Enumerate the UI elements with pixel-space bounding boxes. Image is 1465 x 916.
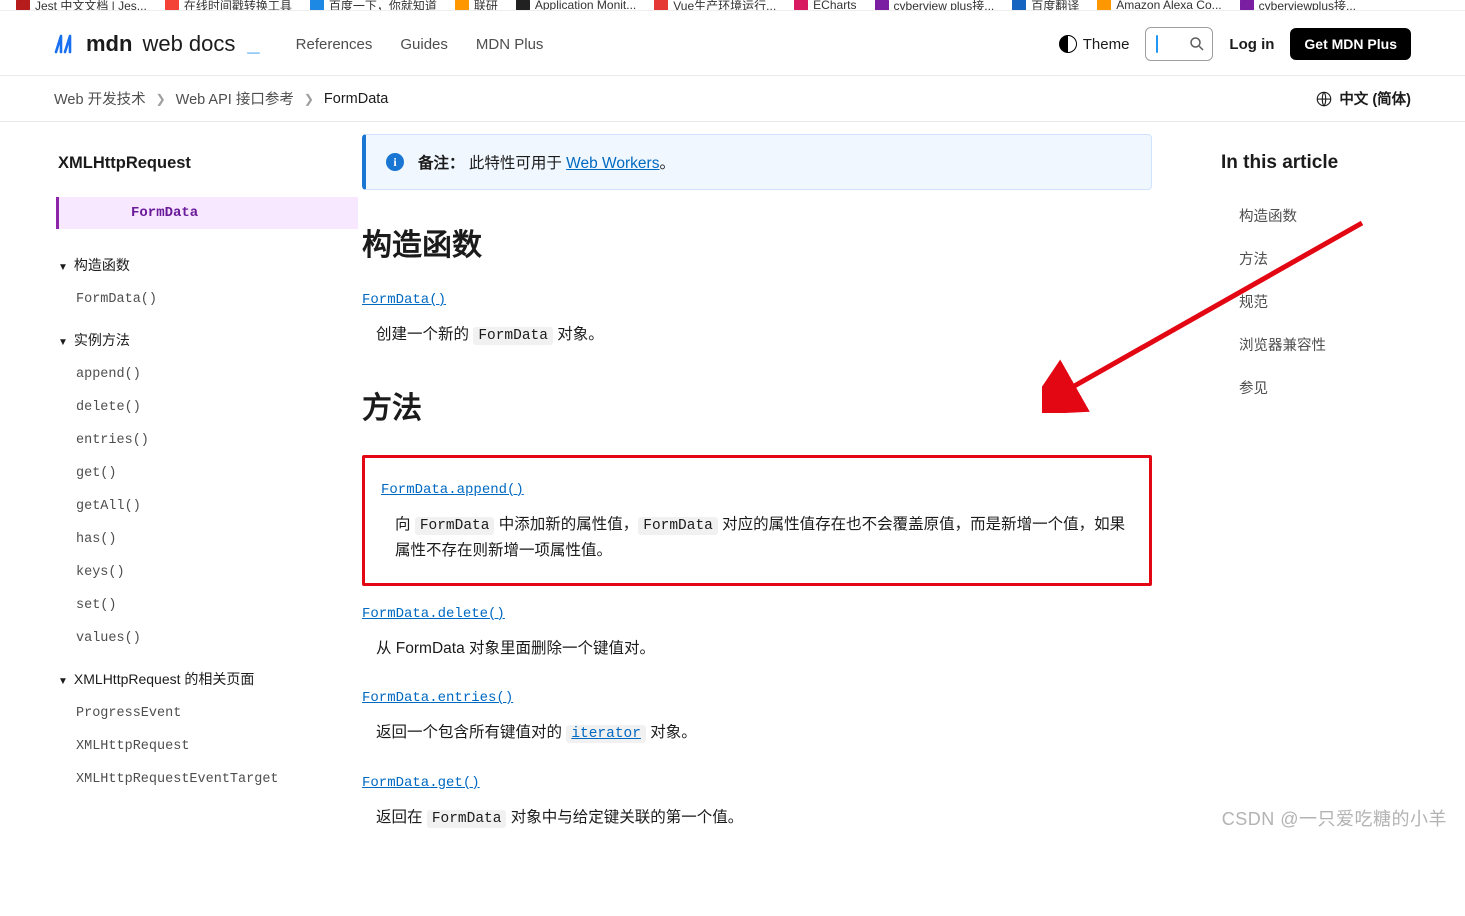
sidebar-item[interactable]: has() (58, 523, 362, 556)
breadcrumb-item-current: FormData (324, 91, 388, 107)
code-token: FormData (427, 810, 507, 828)
sidebar-item[interactable]: values() (58, 622, 362, 655)
highlighted-method-append: FormData.append() 向 FormData 中添加新的属性值，Fo… (362, 455, 1152, 586)
sidebar-group-methods[interactable]: 实例方法 append() delete() entries() get() g… (0, 322, 362, 661)
toc-heading: In this article (1221, 152, 1441, 174)
heading-methods: 方法 (362, 383, 1152, 427)
link-formdata-get[interactable]: FormData.get() (362, 775, 480, 791)
sidebar-group-title[interactable]: XMLHttpRequest 的相关页面 (58, 661, 362, 697)
toc-item[interactable]: 规范 (1239, 280, 1441, 323)
link-iterator[interactable]: iterator (566, 724, 646, 741)
header-tools: Theme Log in Get MDN Plus (1059, 27, 1411, 61)
nav-guides[interactable]: Guides (400, 36, 448, 53)
mdn-logo[interactable]: mdn web docs _ (54, 31, 260, 57)
main-content: i 备注： 此特性可用于 Web Workers。 构造函数 FormData(… (362, 122, 1152, 916)
chevron-right-icon: ❯ (304, 92, 314, 106)
sidebar-item[interactable]: set() (58, 589, 362, 622)
language-switch[interactable]: 中文 (简体) (1315, 88, 1411, 109)
theme-icon (1059, 35, 1077, 53)
bookmark-item[interactable]: ECharts (794, 0, 856, 11)
get-mdn-plus-button[interactable]: Get MDN Plus (1290, 28, 1411, 60)
sidebar-item[interactable]: get() (58, 457, 362, 490)
globe-icon (1315, 90, 1333, 108)
note-text: 此特性可用于 (469, 155, 566, 172)
nav-mdnplus[interactable]: MDN Plus (476, 36, 544, 53)
bookmark-item[interactable]: cyberviewplus接... (1240, 0, 1356, 11)
note-callout: i 备注： 此特性可用于 Web Workers。 (362, 134, 1152, 190)
nav-references[interactable]: References (296, 36, 373, 53)
link-formdata-delete[interactable]: FormData.delete() (362, 606, 505, 622)
bookmark-item[interactable]: cyberview plus接... (875, 0, 995, 11)
link-formdata-constructor[interactable]: FormData() (362, 292, 446, 308)
bookmark-item[interactable]: Vue生产环境运行... (654, 0, 776, 11)
sidebar-item[interactable]: getAll() (58, 490, 362, 523)
toc-item[interactable]: 浏览器兼容性 (1239, 323, 1441, 366)
sidebar-item[interactable]: keys() (58, 556, 362, 589)
sidebar-item[interactable]: XMLHttpRequest (58, 730, 362, 763)
bookmark-item[interactable]: Jest 中文文档 | Jes... (16, 0, 147, 11)
sidebar-item[interactable]: ProgressEvent (58, 697, 362, 730)
desc-formdata-entries: 返回一个包含所有键值对的 iterator 对象。 (362, 716, 1152, 773)
breadcrumb: Web 开发技术 ❯ Web API 接口参考 ❯ FormData 中文 (简… (0, 76, 1465, 122)
login-button[interactable]: Log in (1229, 36, 1274, 53)
sidebar-group-title[interactable]: 实例方法 (58, 322, 362, 358)
code-token: FormData (473, 327, 553, 345)
search-cursor (1156, 35, 1158, 53)
sidebar-group-related[interactable]: XMLHttpRequest 的相关页面 ProgressEvent XMLHt… (0, 661, 362, 802)
sidebar-heading[interactable]: XMLHttpRequest (0, 154, 362, 173)
desc-formdata-delete: 从 FormData 对象里面删除一个键值对。 (362, 632, 1152, 688)
sidebar-group-constructor[interactable]: 构造函数 FormData() (0, 247, 362, 322)
sidebar-item[interactable]: entries() (58, 424, 362, 457)
bookmark-item[interactable]: 在线时间戳转换工具 (165, 0, 292, 11)
bookmark-item[interactable]: Amazon Alexa Co... (1097, 0, 1221, 11)
toc: In this article 构造函数 方法 规范 浏览器兼容性 参见 (1205, 122, 1465, 916)
sidebar-item[interactable]: XMLHttpRequestEventTarget (58, 763, 362, 796)
bookmark-item[interactable]: Application Monit... (516, 0, 636, 11)
sidebar-item[interactable]: append() (58, 358, 362, 391)
link-formdata-append[interactable]: FormData.append() (381, 482, 524, 498)
chevron-right-icon: ❯ (156, 92, 166, 106)
sidebar-item-active[interactable]: FormData (56, 197, 358, 229)
heading-constructor: 构造函数 (362, 220, 1152, 264)
bookmarks-bar: Jest 中文文档 | Jes... 在线时间戳转换工具 百度一下，你就知道 联… (0, 0, 1465, 11)
toc-item[interactable]: 构造函数 (1239, 194, 1441, 237)
note-text: 。 (659, 155, 675, 172)
desc-formdata-constructor: 创建一个新的 FormData 对象。 (362, 318, 1152, 375)
desc-formdata-append: 向 FormData 中添加新的属性值，FormData 对应的属性值存在也不会… (381, 508, 1133, 565)
bookmark-item[interactable]: 百度一下，你就知道 (310, 0, 437, 11)
theme-toggle[interactable]: Theme (1059, 35, 1130, 53)
search-icon (1188, 35, 1206, 53)
breadcrumb-item[interactable]: Web API 接口参考 (176, 88, 294, 109)
link-formdata-entries[interactable]: FormData.entries() (362, 690, 513, 706)
code-token: FormData (638, 517, 718, 535)
sidebar: XMLHttpRequest FormData 构造函数 FormData() … (0, 122, 362, 916)
search-input[interactable] (1145, 27, 1213, 61)
toc-item[interactable]: 方法 (1239, 237, 1441, 280)
top-nav: References Guides MDN Plus (296, 36, 544, 53)
info-icon: i (386, 153, 404, 171)
sidebar-group-title[interactable]: 构造函数 (58, 247, 362, 283)
breadcrumb-item[interactable]: Web 开发技术 (54, 88, 146, 109)
header: mdn web docs _ References Guides MDN Plu… (0, 11, 1465, 76)
note-prefix: 备注： (418, 155, 465, 172)
mdn-logo-icon (54, 32, 78, 56)
code-token: FormData (415, 517, 495, 535)
sidebar-item[interactable]: delete() (58, 391, 362, 424)
desc-formdata-get: 返回在 FormData 对象中与给定键关联的第一个值。 (362, 801, 1152, 858)
note-link[interactable]: Web Workers (566, 155, 659, 172)
toc-item[interactable]: 参见 (1239, 366, 1441, 409)
bookmark-item[interactable]: 联研 (455, 0, 498, 11)
bookmark-item[interactable]: 百度翻译 (1012, 0, 1079, 11)
sidebar-item[interactable]: FormData() (58, 283, 362, 316)
